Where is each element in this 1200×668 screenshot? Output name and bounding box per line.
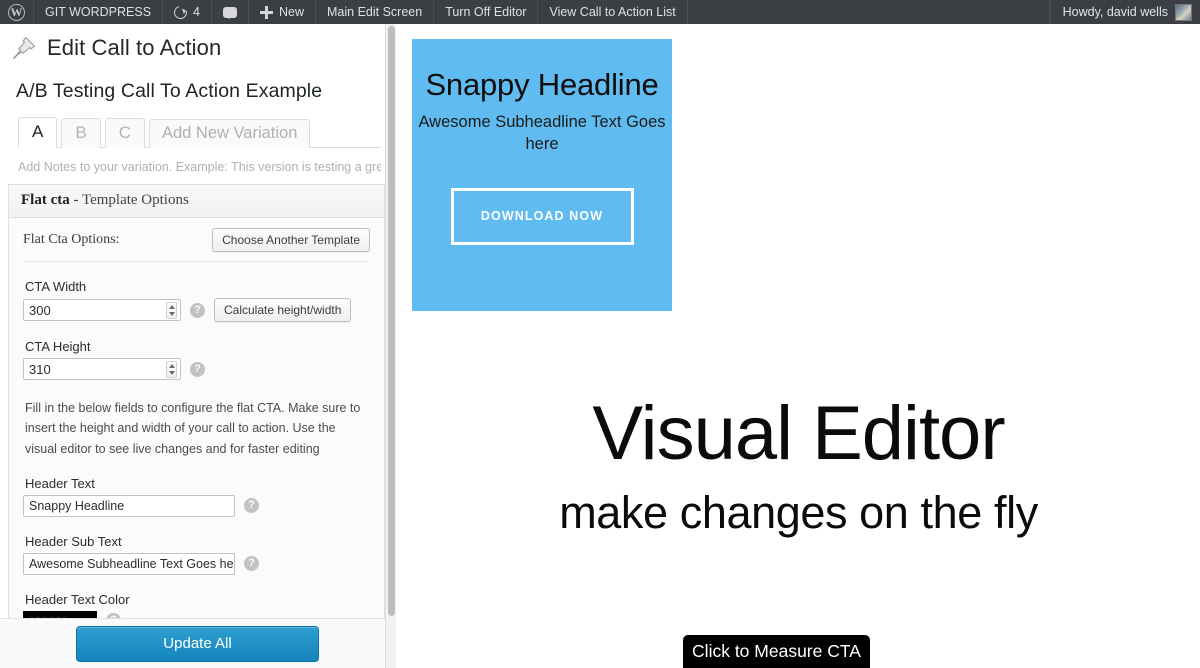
header-text-label: Header Text bbox=[25, 475, 95, 491]
choose-another-template-button[interactable]: Choose Another Template bbox=[212, 228, 370, 252]
visual-editor-canvas: Snappy Headline Awesome Subheadline Text… bbox=[397, 24, 1200, 668]
variation-tab-a-label: A bbox=[32, 122, 44, 141]
sidebar-footer: Update All bbox=[0, 618, 395, 668]
overlay-title: Visual Editor bbox=[592, 391, 1005, 476]
cta-height-value: 310 bbox=[29, 361, 51, 377]
plus-icon bbox=[259, 5, 273, 19]
cta-width-stepper[interactable] bbox=[166, 302, 177, 319]
refresh-icon bbox=[171, 3, 190, 21]
cta-height-label: CTA Height bbox=[25, 339, 91, 354]
wordpress-logo-icon: W bbox=[8, 3, 25, 21]
chevron-up-icon bbox=[168, 363, 175, 368]
cta-width-row: 300 ? Calculate height/width bbox=[23, 298, 370, 322]
turn-off-editor-label: Turn Off Editor bbox=[445, 5, 527, 19]
variation-tab-c-label: C bbox=[118, 123, 131, 142]
cta-headline[interactable]: Snappy Headline bbox=[412, 66, 672, 103]
variation-tab-a[interactable]: A bbox=[18, 117, 58, 148]
comment-icon bbox=[222, 6, 237, 19]
measure-cta-button[interactable]: Click to Measure CTA bbox=[683, 635, 870, 668]
cta-title: A/B Testing Call To Action Example bbox=[16, 80, 323, 102]
header-text-color-label: Header Text Color bbox=[25, 591, 130, 607]
template-options-metabox: Flat cta - Template Options Flat Cta Opt… bbox=[8, 184, 385, 668]
metabox-body: Flat Cta Options: Choose Another Templat… bbox=[9, 218, 384, 668]
adminbar-spacer bbox=[688, 0, 1050, 24]
adminbar-item-view-cta-list[interactable]: View Call to Action List bbox=[538, 0, 688, 24]
wp-admin-bar: W GIT WORDPRESS 4 New Main Edit Screen T… bbox=[0, 0, 1200, 24]
metabox-title-suffix: - Template Options bbox=[69, 192, 189, 208]
header-sub-text-label: Header Sub Text bbox=[25, 533, 122, 549]
question-mark-icon[interactable]: ? bbox=[190, 361, 205, 377]
cta-height-input[interactable]: 310 bbox=[23, 358, 181, 380]
question-mark-icon[interactable]: ? bbox=[190, 302, 205, 318]
adminbar-item-main-edit-screen[interactable]: Main Edit Screen bbox=[316, 0, 435, 24]
sidebar-scrollbar-thumb[interactable] bbox=[388, 26, 395, 616]
update-all-button[interactable]: Update All bbox=[76, 625, 319, 662]
cta-height-row: 310 ? bbox=[23, 358, 370, 380]
cta-height-stepper[interactable] bbox=[166, 361, 177, 378]
header-text-input[interactable]: Snappy Headline bbox=[23, 494, 235, 517]
flat-cta-options-row: Flat Cta Options: Choose Another Templat… bbox=[23, 228, 370, 262]
chevron-up-icon bbox=[168, 304, 175, 309]
view-cta-list-label: View Call to Action List bbox=[549, 5, 676, 19]
adminbar-site-name[interactable]: GIT WORDPRESS bbox=[34, 0, 164, 24]
site-name-label: GIT WORDPRESS bbox=[45, 5, 152, 19]
header-text-row: Snappy Headline ? bbox=[23, 494, 370, 517]
page-title: Edit Call to Action bbox=[10, 34, 381, 62]
overlay-subtitle: make changes on the fly bbox=[559, 487, 1038, 538]
variation-tabs: A B C Add New Variation bbox=[18, 116, 381, 148]
avatar bbox=[1175, 3, 1192, 21]
metabox-title: Flat cta - Template Options bbox=[9, 185, 384, 218]
adminbar-new-content[interactable]: New bbox=[249, 0, 316, 24]
chevron-down-icon bbox=[168, 312, 175, 317]
cta-width-value: 300 bbox=[29, 302, 51, 318]
add-new-variation-button[interactable]: Add New Variation bbox=[148, 119, 311, 148]
add-new-variation-label: Add New Variation bbox=[161, 124, 298, 142]
cta-width-label: CTA Width bbox=[25, 279, 87, 294]
flat-cta-options-label: Flat Cta Options: bbox=[23, 232, 120, 247]
cta-download-button[interactable]: DOWNLOAD NOW bbox=[450, 187, 634, 245]
howdy-label: Howdy, david wells bbox=[1062, 5, 1168, 19]
adminbar-updates[interactable]: 4 bbox=[163, 0, 212, 24]
question-mark-icon[interactable]: ? bbox=[244, 556, 259, 572]
wordpress-logo-button[interactable]: W bbox=[0, 0, 34, 24]
variation-notes-input[interactable]: Add Notes to your variation. Example: Th… bbox=[18, 160, 381, 184]
updates-count: 4 bbox=[193, 5, 200, 19]
variation-tab-c[interactable]: C bbox=[104, 118, 145, 148]
cta-subheadline[interactable]: Awesome Subheadline Text Goes here bbox=[412, 111, 672, 156]
metabox-title-template: Flat cta bbox=[21, 192, 70, 208]
editor-sidebar: Edit Call to Action A/B Testing Call To … bbox=[0, 24, 396, 668]
template-description: Fill in the below fields to configure th… bbox=[25, 401, 361, 456]
variation-tab-b-label: B bbox=[75, 123, 87, 142]
main-edit-screen-label: Main Edit Screen bbox=[327, 5, 423, 19]
variation-tab-b[interactable]: B bbox=[61, 118, 101, 148]
adminbar-comments[interactable] bbox=[212, 0, 249, 24]
adminbar-item-turn-off-editor[interactable]: Turn Off Editor bbox=[434, 0, 539, 24]
new-label: New bbox=[278, 5, 304, 19]
calculate-height-width-button[interactable]: Calculate height/width bbox=[214, 298, 352, 322]
chevron-down-icon bbox=[168, 371, 175, 376]
sidebar-header: Edit Call to Action A/B Testing Call To … bbox=[0, 24, 395, 184]
sidebar-scrollbar[interactable] bbox=[385, 24, 396, 668]
cta-preview[interactable]: Snappy Headline Awesome Subheadline Text… bbox=[412, 39, 672, 311]
adminbar-account[interactable]: Howdy, david wells bbox=[1049, 0, 1200, 24]
question-mark-icon[interactable]: ? bbox=[244, 498, 259, 514]
page-title-label: Edit Call to Action bbox=[47, 35, 222, 60]
header-sub-text-row: Awesome Subheadline Text Goes here ? bbox=[23, 552, 370, 575]
cta-width-input[interactable]: 300 bbox=[23, 299, 181, 321]
pushpin-icon bbox=[13, 36, 36, 59]
header-sub-text-input[interactable]: Awesome Subheadline Text Goes here bbox=[23, 552, 235, 575]
